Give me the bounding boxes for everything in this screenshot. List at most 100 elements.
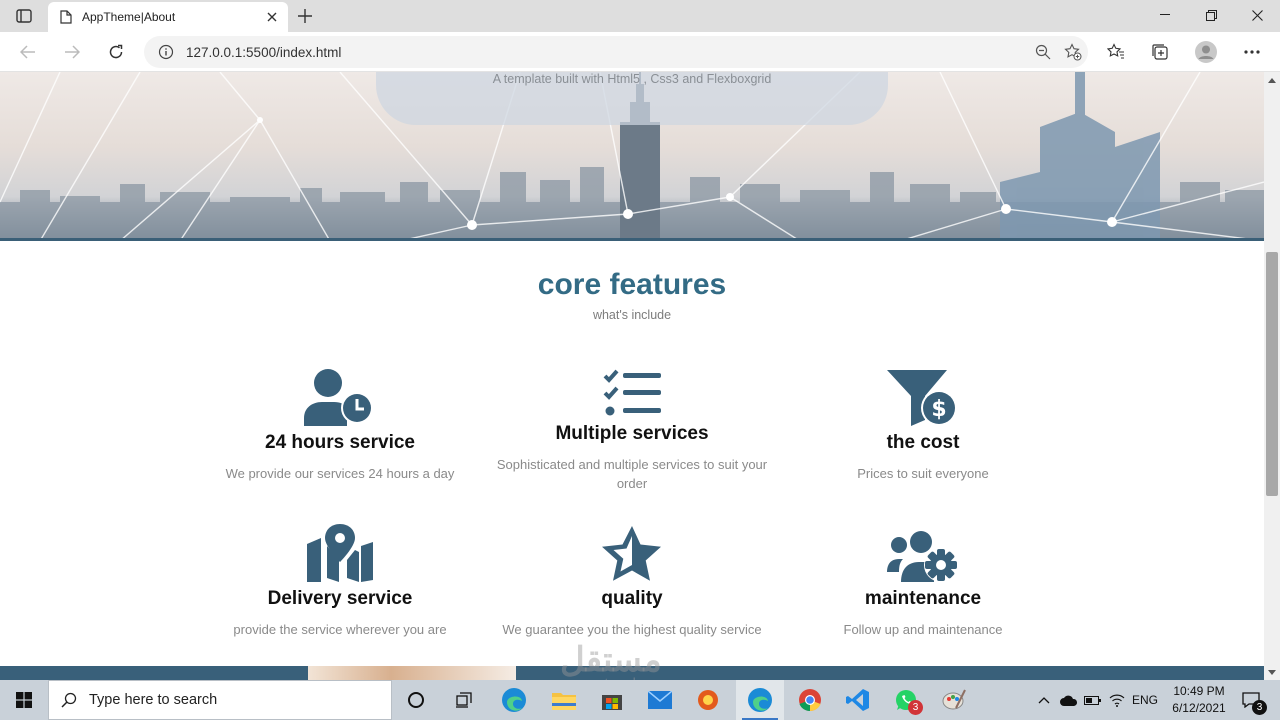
cortana-icon [408, 692, 424, 708]
restore-button[interactable] [1188, 0, 1234, 30]
search-placeholder: Type here to search [89, 692, 218, 708]
taskbar-edge[interactable] [490, 680, 538, 720]
feature-card: quality We guarantee you the highest qua… [486, 518, 778, 639]
taskbar-mail[interactable] [636, 680, 684, 720]
taskbar-app-circle[interactable] [684, 680, 732, 720]
store-icon [602, 695, 622, 710]
triangle-up-icon [1268, 77, 1276, 83]
arrow-left-icon [20, 45, 35, 59]
search-icon [61, 692, 77, 708]
feature-card: maintenance Follow up and maintenance [777, 518, 1069, 639]
tray-overflow-button[interactable] [1034, 680, 1054, 720]
browser-tab-bar: AppTheme|About [0, 0, 1280, 32]
windows-logo-icon [16, 692, 32, 708]
edge-icon [748, 688, 772, 712]
scroll-down-button[interactable] [1264, 664, 1280, 680]
feature-title: the cost [886, 432, 960, 453]
features-title: core features [537, 268, 727, 301]
new-tab-button[interactable] [292, 4, 318, 28]
add-favorite-button[interactable] [1058, 37, 1088, 67]
feature-card: Delivery service provide the service whe… [194, 518, 486, 639]
vscode-icon [846, 689, 869, 711]
notification-badge: 3 [1252, 700, 1267, 715]
cloud-icon [1060, 695, 1078, 706]
more-icon [1244, 50, 1260, 54]
start-button[interactable] [0, 680, 48, 720]
chrome-icon [799, 689, 821, 712]
map-marker-icon [307, 524, 373, 582]
favorites-button[interactable] [1100, 36, 1132, 68]
feature-description: Follow up and maintenance [843, 622, 1003, 637]
taskbar-paint[interactable] [930, 680, 978, 720]
onedrive-button[interactable] [1058, 680, 1080, 720]
wifi-button[interactable] [1106, 680, 1128, 720]
feature-description: provide the service wherever you are [233, 622, 447, 637]
battery-icon [1084, 695, 1101, 705]
notifications-button[interactable]: 3 [1236, 680, 1267, 720]
back-button[interactable] [12, 36, 44, 68]
page-icon [60, 10, 72, 24]
taskbar-clock[interactable]: 10:49 PM 6/12/2021 [1160, 683, 1238, 717]
minimize-icon [1160, 14, 1170, 15]
forward-button[interactable] [56, 36, 88, 68]
profile-button[interactable] [1190, 36, 1222, 68]
settings-menu-button[interactable] [1236, 36, 1268, 68]
svg-text:$: $ [931, 397, 946, 422]
close-window-button[interactable] [1234, 0, 1280, 30]
star-icon [602, 526, 661, 581]
cortana-button[interactable] [392, 680, 440, 720]
arrow-right-icon [65, 45, 80, 59]
feature-title: 24 hours service [265, 432, 415, 453]
taskbar-whatsapp[interactable]: 3 [882, 680, 930, 720]
page-scrollbar[interactable] [1264, 72, 1280, 680]
feature-description: Prices to suit everyone [857, 466, 989, 481]
plus-icon [298, 9, 312, 23]
collections-icon [1152, 44, 1168, 60]
hero-subtitle: A template built with Html5 , Css3 and F… [492, 72, 772, 86]
taskbar-vscode[interactable] [834, 680, 882, 720]
address-bar[interactable]: 127.0.0.1:5500/index.html [144, 36, 1088, 68]
tab-close-button[interactable] [260, 5, 284, 29]
chevron-up-icon [1038, 696, 1050, 703]
feature-title: Delivery service [267, 588, 413, 609]
info-icon [158, 44, 174, 60]
task-view-button[interactable] [440, 680, 488, 720]
scroll-up-button[interactable] [1264, 72, 1280, 88]
user-clock-icon [304, 369, 373, 426]
collections-button[interactable] [1144, 36, 1176, 68]
browser-tab[interactable]: AppTheme|About [48, 2, 288, 32]
list-check-icon [603, 369, 661, 416]
feature-card: Multiple services Sophisticated and mult… [486, 353, 778, 493]
language-button[interactable]: ENG [1128, 680, 1162, 720]
avatar-icon [1195, 41, 1217, 63]
taskbar-edge-active[interactable] [736, 680, 784, 720]
url-text[interactable]: 127.0.0.1:5500/index.html [186, 45, 1028, 60]
battery-button[interactable] [1082, 680, 1104, 720]
feature-title: maintenance [864, 588, 982, 609]
feature-description: We provide our services 24 hours a day [225, 466, 455, 481]
feature-title: quality [601, 588, 663, 609]
tab-title: AppTheme|About [82, 10, 176, 24]
refresh-icon [109, 44, 123, 59]
taskbar-file-explorer[interactable] [540, 680, 588, 720]
zoom-button[interactable] [1028, 37, 1058, 67]
tab-actions-icon [16, 9, 32, 23]
taskbar-search[interactable]: Type here to search [48, 680, 392, 720]
mail-icon [648, 691, 672, 709]
refresh-button[interactable] [100, 36, 132, 68]
funnel-dollar-icon: $ [887, 370, 957, 426]
favorites-icon [1107, 43, 1124, 59]
taskbar-store[interactable] [588, 680, 636, 720]
app-circle-icon [698, 690, 718, 710]
task-view-icon [456, 692, 472, 708]
feature-title: Multiple services [555, 423, 709, 444]
edge-icon [502, 688, 526, 712]
feature-description: Sophisticated and multiple services to s… [496, 457, 768, 491]
taskbar-chrome[interactable] [786, 680, 834, 720]
feature-card: $ the cost Prices to suit everyone [777, 362, 1069, 483]
tab-actions-button[interactable] [10, 6, 38, 26]
feature-description: We guarantee you the highest quality ser… [502, 622, 762, 637]
scroll-thumb[interactable] [1266, 252, 1278, 496]
users-gear-icon [887, 531, 958, 582]
minimize-button[interactable] [1142, 0, 1188, 30]
